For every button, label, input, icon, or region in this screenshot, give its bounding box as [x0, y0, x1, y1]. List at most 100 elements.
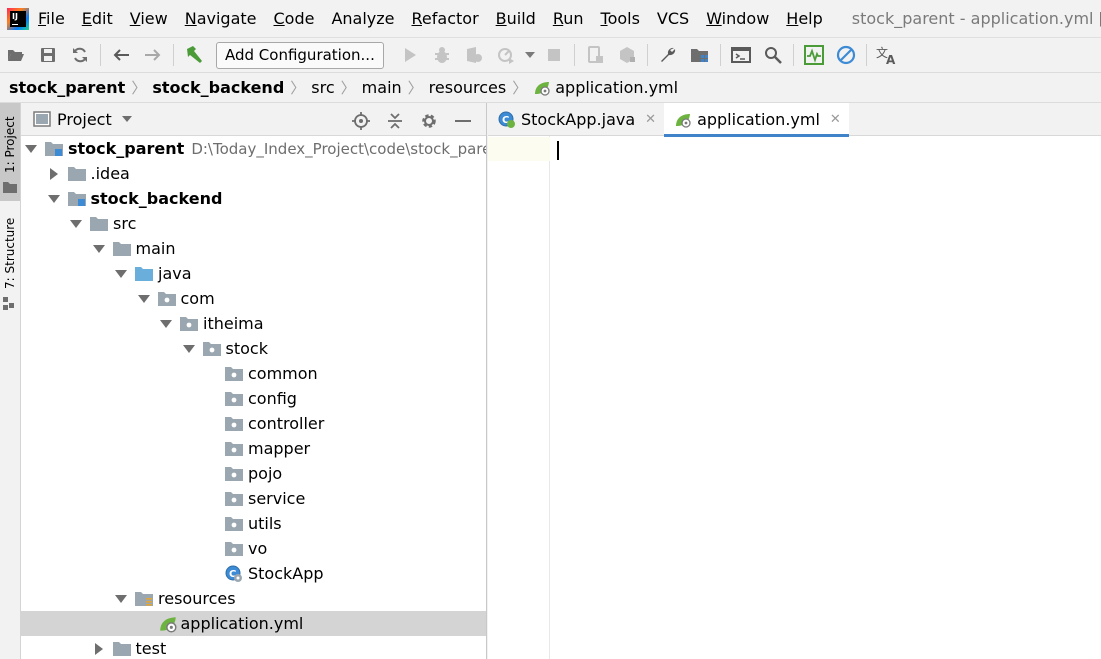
breadcrumb-separator: 〉 [407, 79, 423, 97]
expand-arrow-down-icon[interactable] [115, 593, 127, 605]
save-icon[interactable] [36, 43, 60, 67]
deploy-icon[interactable] [615, 43, 639, 67]
toolbar-separator [646, 44, 648, 66]
tree-item[interactable]: stock_backend [21, 186, 486, 211]
menu-refactor[interactable]: Refactor [412, 9, 479, 28]
tree-item[interactable]: stock_parent D:\Today_Index_Project\code\… [21, 136, 486, 161]
project-view-title[interactable]: Project [57, 110, 112, 129]
expand-arrow-down-icon[interactable] [182, 343, 195, 355]
tree-item[interactable]: mapper [21, 436, 486, 461]
device-icon[interactable] [583, 43, 607, 67]
tree-item[interactable]: service [21, 486, 486, 511]
close-icon[interactable]: ✕ [830, 112, 841, 127]
folder-icon [112, 240, 133, 258]
close-icon[interactable]: ✕ [645, 112, 656, 127]
expand-arrow-down-icon[interactable] [47, 193, 60, 205]
gear-icon[interactable] [417, 109, 441, 133]
tree-item[interactable]: controller [21, 411, 486, 436]
run-icon[interactable] [398, 43, 422, 67]
breadcrumb-item-stock-parent[interactable]: stock_parent [9, 78, 125, 97]
tree-item[interactable]: utils [21, 511, 486, 536]
stripe-structure-label: 7: Structure [3, 217, 17, 289]
chevron-down-icon[interactable] [121, 116, 132, 122]
tree-item[interactable]: C StockApp [21, 561, 486, 586]
sync-icon[interactable] [68, 43, 92, 67]
menu-code[interactable]: Code [274, 9, 315, 28]
menu-edit[interactable]: Edit [82, 9, 113, 28]
minimize-icon[interactable] [451, 109, 475, 133]
activity-monitor-icon[interactable] [802, 43, 826, 67]
expand-arrow-down-icon[interactable] [70, 218, 82, 230]
menu-tools[interactable]: Tools [601, 9, 640, 28]
dropdown-icon[interactable] [524, 43, 536, 67]
package-icon [225, 440, 245, 458]
tree-item[interactable]: vo [21, 536, 486, 561]
tab-application-yml[interactable]: application.yml ✕ [664, 103, 849, 137]
tree-item[interactable]: config [21, 386, 486, 411]
expand-arrow-down-icon[interactable] [92, 243, 105, 255]
expand-arrow-right-icon[interactable] [48, 167, 60, 180]
expand-arrow-down-icon[interactable] [160, 318, 172, 330]
translate-icon[interactable]: 文A [875, 43, 899, 67]
forward-arrow-icon[interactable] [141, 43, 165, 67]
tree-item-label: test [135, 639, 167, 658]
menu-file[interactable]: File [38, 9, 65, 28]
menu-view[interactable]: View [130, 9, 168, 28]
terminal-icon[interactable] [729, 43, 753, 67]
tree-item[interactable]: stock [21, 336, 486, 361]
back-arrow-icon[interactable] [109, 43, 133, 67]
search-icon[interactable] [761, 43, 785, 67]
breadcrumb: stock_parent 〉 stock_backend 〉 src 〉 mai… [0, 72, 1101, 103]
svg-text:A: A [886, 53, 896, 65]
wrench-icon[interactable] [656, 43, 680, 67]
menu-help[interactable]: Help [786, 9, 822, 28]
expand-arrow-down-icon[interactable] [25, 143, 37, 155]
tree-item[interactable]: test [21, 636, 486, 659]
tree-item[interactable]: common [21, 361, 486, 386]
breadcrumb-item-resources[interactable]: resources [429, 78, 507, 97]
caret-line-highlight [488, 137, 550, 161]
tree-item[interactable]: application.yml [21, 611, 486, 636]
editor-text-area[interactable] [551, 136, 1101, 659]
menu-analyze[interactable]: Analyze [331, 9, 394, 28]
breadcrumb-item-main[interactable]: main [362, 78, 402, 97]
project-structure-icon[interactable] [688, 43, 712, 67]
menu-vcs[interactable]: VCS [657, 9, 689, 28]
intellij-logo-icon: IJ [7, 7, 29, 30]
add-configuration-button[interactable]: Add Configuration... [216, 41, 384, 69]
tab-stockapp-java[interactable]: C StockApp.java ✕ [488, 103, 664, 136]
menu-window[interactable]: Window [706, 9, 769, 28]
tree-item[interactable]: src [21, 211, 486, 236]
open-folder-icon[interactable] [4, 43, 28, 67]
coverage-icon[interactable] [462, 43, 486, 67]
stripe-tab-structure[interactable]: 7: Structure [0, 211, 20, 311]
tree-item[interactable]: resources [21, 586, 486, 611]
tree-item[interactable]: java [21, 261, 486, 286]
menu-build[interactable]: Build [496, 9, 536, 28]
build-hammer-icon[interactable] [182, 43, 206, 67]
stripe-tab-project[interactable]: 1: Project [0, 103, 20, 201]
tree-item[interactable]: pojo [21, 461, 486, 486]
menu-bar: IJ File Edit View Navigate Code Analyze Refact… [0, 0, 1101, 37]
menu-run[interactable]: Run [553, 9, 584, 28]
expand-arrow-down-icon[interactable] [137, 293, 150, 305]
menu-navigate[interactable]: Navigate [185, 9, 257, 28]
profile-icon[interactable] [494, 43, 518, 67]
expand-arrow-down-icon[interactable] [115, 268, 127, 280]
tree-item[interactable]: com [21, 286, 486, 311]
tree-item-label: itheima [203, 314, 264, 333]
tree-item[interactable]: .idea [21, 161, 486, 186]
expand-arrow-right-icon[interactable] [93, 642, 105, 655]
locate-icon[interactable] [349, 109, 373, 133]
tree-item[interactable]: itheima [21, 311, 486, 336]
breadcrumb-item-stock-backend[interactable]: stock_backend [152, 78, 284, 97]
disable-icon[interactable] [834, 43, 858, 67]
breadcrumb-item-src[interactable]: src [311, 78, 334, 97]
structure-icon [3, 297, 17, 315]
breadcrumb-item-application-yml[interactable]: application.yml [555, 78, 678, 97]
stop-icon[interactable] [542, 43, 566, 67]
collapse-all-icon[interactable] [383, 109, 407, 133]
debug-icon[interactable] [430, 43, 454, 67]
tree-item[interactable]: main [21, 236, 486, 261]
